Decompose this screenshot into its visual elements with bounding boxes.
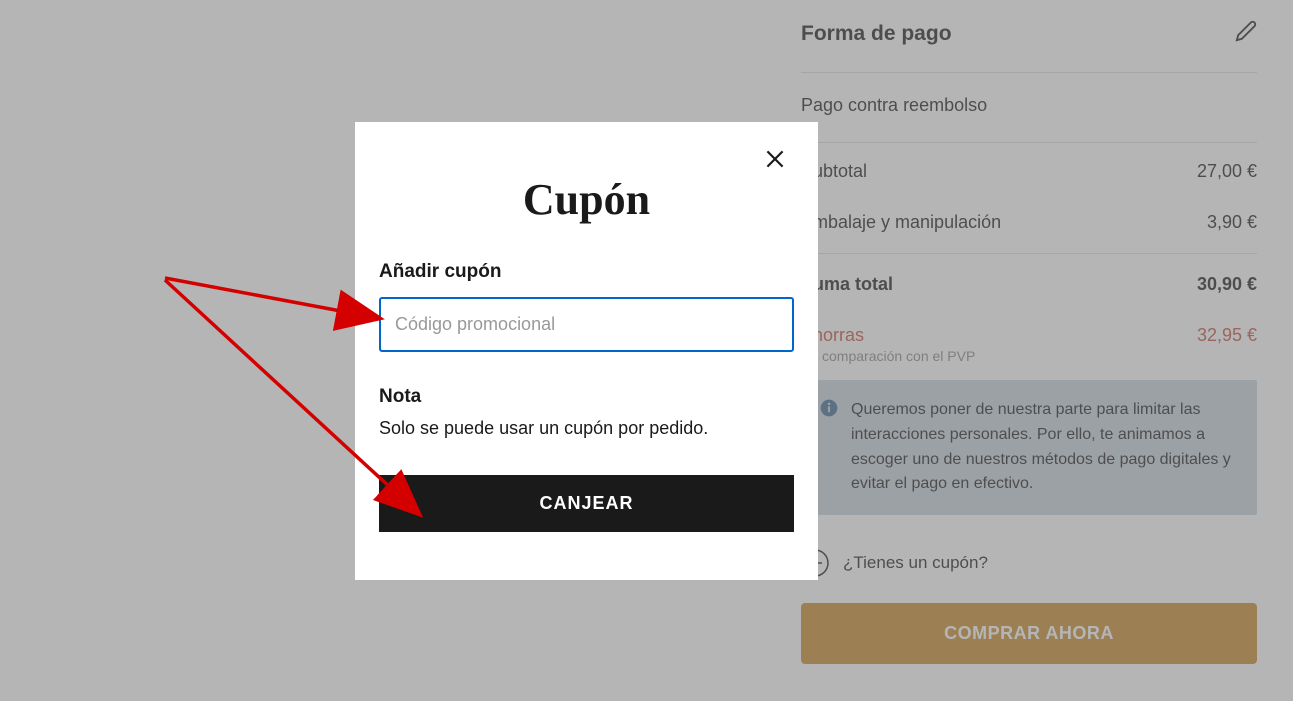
add-coupon-label: Añadir cupón bbox=[379, 261, 794, 283]
coupon-modal: Cupón Añadir cupón Nota Solo se puede us… bbox=[355, 122, 818, 580]
redeem-button[interactable]: CANJEAR bbox=[379, 475, 794, 532]
close-icon[interactable] bbox=[762, 146, 788, 177]
note-text: Solo se puede usar un cupón por pedido. bbox=[379, 418, 794, 439]
note-label: Nota bbox=[379, 386, 794, 408]
modal-title: Cupón bbox=[379, 174, 794, 225]
promo-code-input[interactable] bbox=[379, 297, 794, 352]
